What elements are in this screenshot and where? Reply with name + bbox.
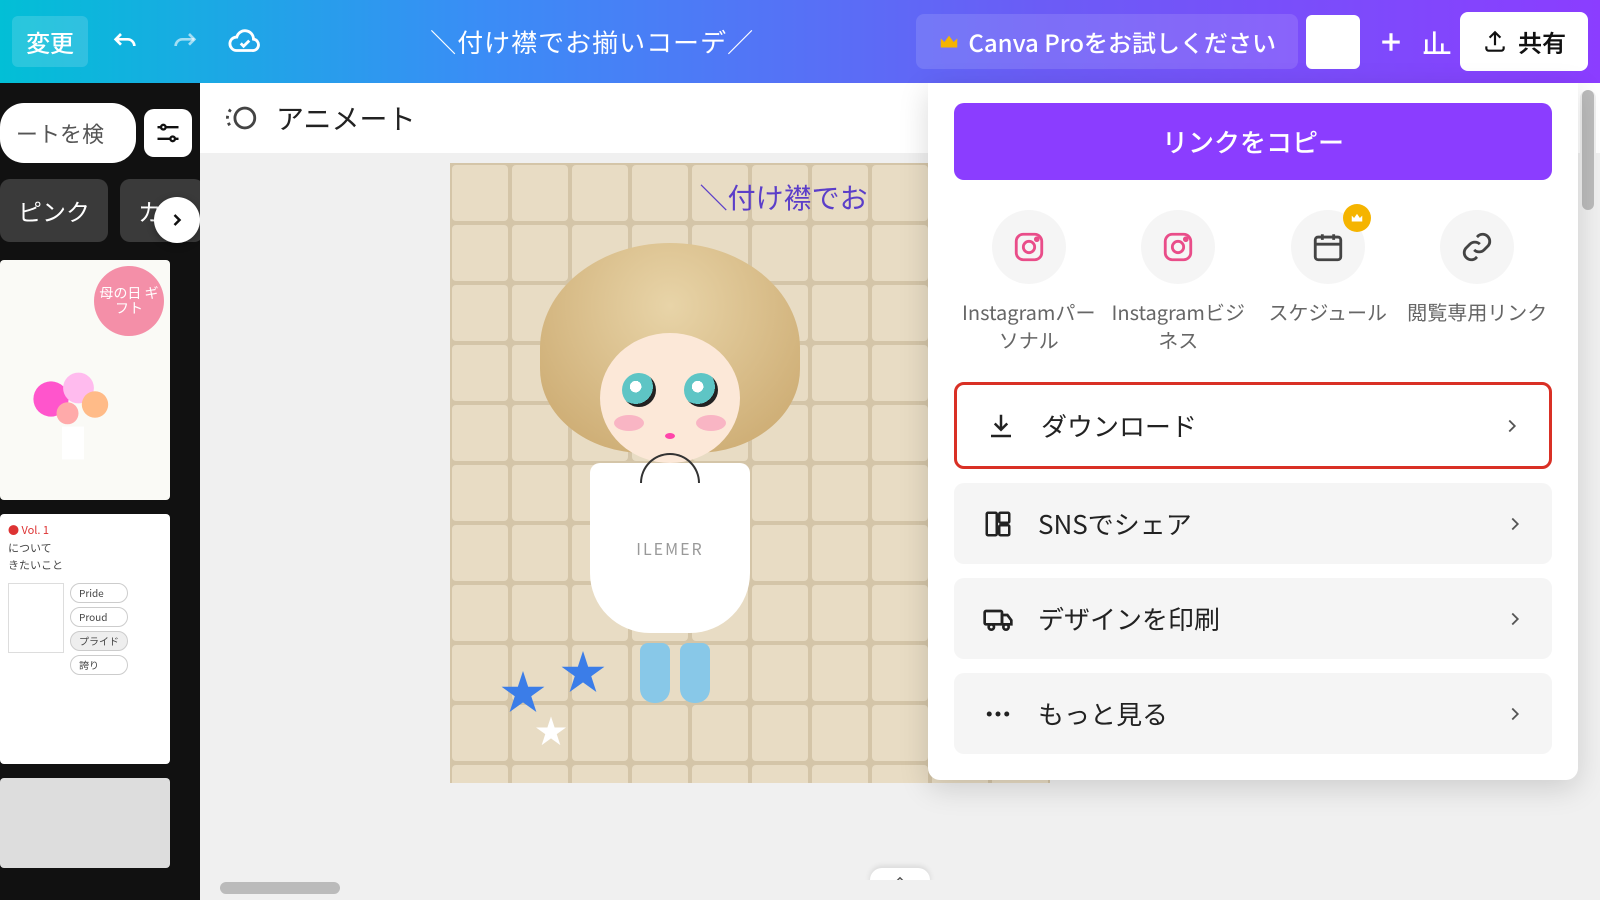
add-member-button[interactable] (1368, 19, 1414, 65)
share-panel: リンクをコピー Instagramパーソナル Instagramビジネス スケジ… (928, 83, 1578, 780)
truck-icon (982, 603, 1014, 635)
cloud-sync-icon[interactable] (222, 19, 268, 65)
link-icon (1460, 230, 1494, 264)
calendar-icon (1311, 230, 1345, 264)
insights-button[interactable] (1414, 19, 1460, 65)
share-target-instagram-personal[interactable]: Instagramパーソナル (954, 210, 1104, 354)
resize-button[interactable]: 変更 (12, 16, 88, 67)
chevron-right-icon (1501, 415, 1523, 437)
template-thumbnail[interactable]: 母の日 ギフト (0, 260, 170, 500)
horizontal-scrollbar[interactable] (210, 880, 1578, 896)
canva-pro-button[interactable]: Canva Proをお試しください (916, 14, 1298, 69)
pro-badge (1343, 204, 1371, 232)
grid-icon (983, 509, 1013, 539)
chevron-right-icon (1504, 608, 1526, 630)
canvas-headline[interactable]: ＼付け襟でお (700, 177, 868, 217)
top-toolbar: 変更 ＼付け襟でお揃いコーデ／ Canva Proをお試しください 共有 (0, 0, 1600, 83)
upload-icon (1482, 29, 1508, 55)
templates-sidebar: ートを検 ピンク カレ 母の日 ギフト ● Vol. 1 についてきたいこと P… (0, 83, 200, 900)
redo-button[interactable] (162, 19, 208, 65)
download-action[interactable]: ダウンロード (954, 382, 1552, 469)
instagram-icon (1012, 230, 1046, 264)
filter-chip[interactable]: ピンク (0, 179, 108, 242)
star-sticker[interactable]: ★ (560, 637, 606, 703)
instagram-icon (1161, 230, 1195, 264)
sns-share-action[interactable]: SNSでシェア (954, 483, 1552, 564)
chevron-right-icon (1504, 703, 1526, 725)
vertical-scrollbar[interactable] (1580, 90, 1596, 880)
chevron-right-icon (167, 210, 187, 230)
undo-button[interactable] (102, 19, 148, 65)
share-button[interactable]: 共有 (1460, 12, 1588, 71)
animate-button[interactable]: アニメート (276, 98, 415, 138)
sliders-icon (154, 119, 182, 147)
crown-icon (938, 31, 960, 53)
search-input[interactable]: ートを検 (0, 103, 136, 163)
template-thumbnail[interactable]: ● Vol. 1 についてきたいこと Pride Proud プライド 誇り (0, 514, 170, 764)
animate-icon (224, 100, 260, 136)
copy-link-button[interactable]: リンクをコピー (954, 103, 1552, 180)
search-filters-button[interactable] (144, 109, 192, 157)
design-title[interactable]: ＼付け襟でお揃いコーデ／ (268, 23, 916, 60)
template-thumbnail[interactable] (0, 778, 170, 868)
chip-scroll-right[interactable] (154, 197, 200, 243)
user-avatar[interactable] (1306, 15, 1360, 69)
dots-icon (983, 699, 1013, 729)
more-action[interactable]: もっと見る (954, 673, 1552, 754)
share-target-schedule[interactable]: スケジュール (1253, 210, 1403, 354)
share-target-instagram-business[interactable]: Instagramビジネス (1104, 210, 1254, 354)
star-sticker[interactable]: ★ (535, 707, 567, 753)
share-target-view-link[interactable]: 閲覧専用リンク (1403, 210, 1553, 354)
template-badge: 母の日 ギフト (94, 266, 164, 336)
chevron-right-icon (1504, 513, 1526, 535)
doll-image[interactable]: ILEMER (540, 243, 800, 683)
download-icon (986, 411, 1016, 441)
print-action[interactable]: デザインを印刷 (954, 578, 1552, 659)
share-targets-row: Instagramパーソナル Instagramビジネス スケジュール 閲覧専用… (954, 210, 1552, 354)
